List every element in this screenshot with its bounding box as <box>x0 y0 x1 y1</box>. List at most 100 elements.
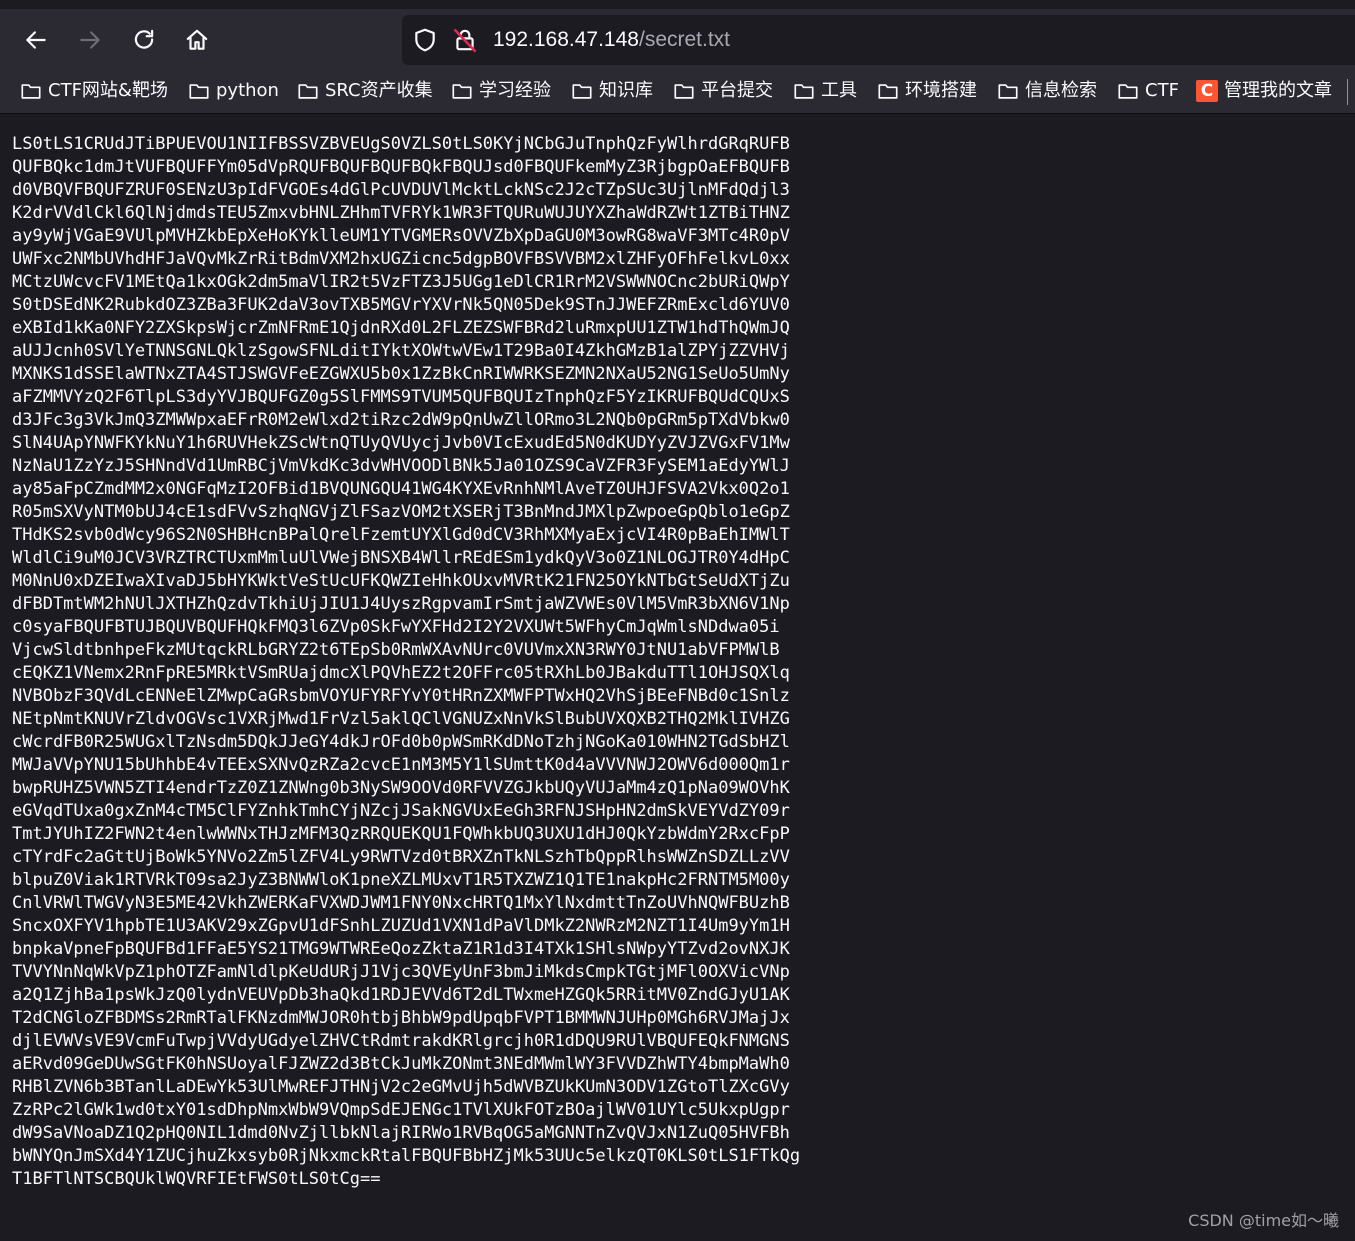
file-line: d0VBQVFBQUFZRUF0SENzU3pIdFVGOEs4dGlPcUVD… <box>12 180 790 200</box>
bookmark-label: 平台提交 <box>701 80 773 101</box>
file-line: aFZMMVYzQ2F6TlpLS3dyYVJBQUFGZ0g5SlFMMS9T… <box>12 387 790 407</box>
file-line: dW9SaVNoaDZ1Q2pHQ0NIL1dmd0NvZjllbkNlajRI… <box>12 1123 790 1143</box>
bookmark-folder-study[interactable]: 学习经验 <box>451 77 551 105</box>
file-line: NEtpNmtKNUVrZldvOGVsc1VXRjMwd1FrVzl5aklQ… <box>12 709 790 729</box>
bookmark-folder-info-search[interactable]: 信息检索 <box>997 77 1097 105</box>
file-line: RHBlZVN6b3BTanlLaDEwYk53UlMwREFJTHNjV2c2… <box>12 1077 790 1097</box>
bookmark-label: CTF网站&靶场 <box>48 80 168 101</box>
folder-icon <box>998 84 1018 99</box>
file-line: WldlCi9uM0JCV3VRZTRCTUxmMmluUlVWejBNSXB4… <box>12 548 790 568</box>
file-line: c0syaFBQUFBTUJBQUVBQUFHQkFMQ3l6ZVp0SkFwY… <box>12 617 780 637</box>
file-line: UWFxc2NMbUVhdHFJaVQvMkZrRitBdmVXM2hxUGZi… <box>12 249 790 269</box>
url-text[interactable]: 192.168.47.148/secret.txt <box>493 25 730 55</box>
file-line: a2Q1ZjhBa1psWkJzQ0lydnVEUVpDb3haQkd1RDJE… <box>12 985 790 1005</box>
insecure-lock-icon[interactable] <box>452 27 478 53</box>
file-line: QUFBQkc1dmJtVUFBQUFFYm05dVpRQUFBQUFBQUFB… <box>12 157 790 177</box>
file-line: R05mSXVyNTM0bUJ4cE1sdFVvSzhqNGVjZlFSazVO… <box>12 502 790 522</box>
folder-icon <box>21 84 41 99</box>
bookmark-folder-env-setup[interactable]: 环境搭建 <box>877 77 977 105</box>
file-line: THdKS2svb0dWcy96S2N0SHBHcnBPalQrelFzemtU… <box>12 525 790 545</box>
bookmark-label: CTF <box>1145 80 1179 101</box>
file-line: MCtzUWcvcFV1MEtQa1kxOGk2dm5maVlIR2t5VzFT… <box>12 272 790 292</box>
file-line: aUJJcnh0SVlYeTNNSGNLQklzSgowSFNLditIYktX… <box>12 341 790 361</box>
file-line: M0NnU0xDZEIwaXIvaDJ5bHYKWktVeStUcUFKQWZI… <box>12 571 790 591</box>
file-line: NzNaU1ZzYzJ5SHNndVd1UmRBCjVmVkdKc3dvWHVO… <box>12 456 790 476</box>
file-line: T1BFTlNTSCBQUklWQVRFIEtFWS0tLS0tCg== <box>12 1169 381 1189</box>
bookmarks-divider <box>1347 79 1348 105</box>
page-content: LS0tLS1CRUdJTiBPUEVOU1NIIFBSSVZBVEUgS0VZ… <box>0 114 1355 1241</box>
url-host: 192.168.47.148 <box>493 28 639 51</box>
file-line: MXNKS1dSSElaWTNxZTA4STJSWGVFeEZGWXU5b0x1… <box>12 364 790 384</box>
forward-button[interactable] <box>72 22 108 58</box>
folder-icon <box>794 84 814 99</box>
home-icon <box>186 29 208 50</box>
bookmark-label: SRC资产收集 <box>325 80 433 101</box>
shield-icon[interactable] <box>412 27 438 53</box>
file-line: djlEVWVsVE9VcmFuTwpjVVdyUGdyelZHVCtRdmtr… <box>12 1031 790 1051</box>
url-path: /secret.txt <box>638 28 731 51</box>
file-line: CnlVRWlTWGVyN3E5ME42VkhZWERKaFVXWDJWM1FN… <box>12 893 790 913</box>
file-line: SlN4UApYNWFKYkNuY1h6RUVHekZScWtnQTUyQVUy… <box>12 433 790 453</box>
file-line: SncxOXFYV1hpbTE1U3AKV29xZGpvU1dFSnhLZUZU… <box>12 916 790 936</box>
folder-icon <box>1118 84 1138 99</box>
file-line: bwpRUHZ5VWN5ZTI4endrTzZ0Z1ZNWng0b3NySW9O… <box>12 778 790 798</box>
file-line: TVVYNnNqWkVpZ1phOTZFamNldlpKeUdURjJ1Vjc3… <box>12 962 790 982</box>
file-line: VjcwSldtbnhpeFkzMUtqckRLbGRYZ2t6TEpSb0Rm… <box>12 640 780 660</box>
bookmark-manage-articles[interactable]: C 管理我的文章 <box>1196 77 1332 105</box>
bookmark-label: 信息检索 <box>1025 80 1097 101</box>
window-top-strip <box>0 0 1355 9</box>
file-line: dFBDTmtWM2hNUlJXTHZhQzdvTkhiUjJIU1J4Uysz… <box>12 594 790 614</box>
bookmark-label: 环境搭建 <box>905 80 977 101</box>
bookmark-folder-knowledge-base[interactable]: 知识库 <box>571 77 653 105</box>
folder-icon <box>452 84 472 99</box>
file-line: blpuZ0Viak1RTVRkT09sa2JyZ3BNWWloK1pneXZL… <box>12 870 790 890</box>
bookmark-folder-python[interactable]: python <box>188 77 279 105</box>
folder-icon <box>298 84 318 99</box>
file-line: LS0tLS1CRUdJTiBPUEVOU1NIIFBSSVZBVEUgS0VZ… <box>12 134 790 154</box>
bookmarks-toolbar: CTF网站&靶场 python SRC资产收集 学习经验 知识库 平台提交 工具… <box>0 71 1355 114</box>
reload-icon <box>134 29 154 49</box>
bookmark-label: 工具 <box>821 80 857 101</box>
bookmark-label: 学习经验 <box>479 80 551 101</box>
file-line: cEQKZ1VNemx2RnFpRE5MRktVSmRUajdmcXlPQVhE… <box>12 663 790 683</box>
csdn-logo-icon: C <box>1196 80 1218 102</box>
folder-icon <box>674 84 694 99</box>
reload-button[interactable] <box>126 22 162 58</box>
file-line: cTYrdFc2aGttUjBoWk5YNVo2Zm5lZFV4Ly9RWTVz… <box>12 847 790 867</box>
bookmark-folder-src-assets[interactable]: SRC资产收集 <box>297 77 433 105</box>
file-line: bnpkaVpneFpBQUFBd1FFaE5YS21TMG9WTWREeQoz… <box>12 939 790 959</box>
bookmark-folder-ctf-sites[interactable]: CTF网站&靶场 <box>20 77 168 105</box>
back-button[interactable] <box>18 22 54 58</box>
file-line: TmtJYUhIZ2FWN2t4enlwWWNxTHJzMFM3QzRRQUEK… <box>12 824 790 844</box>
file-line: cWcrdFB0R25WUGxlTzNsdm5DQkJJeGY4dkJrOFd0… <box>12 732 790 752</box>
csdn-watermark: CSDN @time如～曦 <box>1188 1211 1339 1230</box>
bookmark-folder-platform-submit[interactable]: 平台提交 <box>673 77 773 105</box>
file-line: K2drVVdlCkl6QlNjdmdsTEU5ZmxvbHNLZHhmTVFR… <box>12 203 790 223</box>
back-arrow-icon <box>26 31 46 49</box>
file-line: d3JFc3g3VkJmQ3ZMWWpxaEFrR0M2eWlxd2tiRzc2… <box>12 410 790 430</box>
secret-file-text: LS0tLS1CRUdJTiBPUEVOU1NIIFBSSVZBVEUgS0VZ… <box>12 133 800 1191</box>
bookmark-folder-ctf[interactable]: CTF <box>1117 77 1179 105</box>
forward-arrow-icon <box>80 31 100 49</box>
url-bar[interactable]: 192.168.47.148/secret.txt <box>402 15 1355 65</box>
bookmark-label: python <box>216 80 279 101</box>
file-line: S0tDSEdNK2RubkdOZ3ZBa3FUK2daV3ovTXB5MGVr… <box>12 295 790 315</box>
file-line: eGVqdTUxa0gxZnM4cTM5ClFYZnhkTmhCYjNZcjJS… <box>12 801 790 821</box>
file-line: ay85aFpCZmdMM2x0NGFqMzI2OFBid1BVQUNGQU41… <box>12 479 790 499</box>
browser-toolbar: 192.168.47.148/secret.txt <box>0 9 1355 71</box>
file-line: T2dCNGloZFBDMSs2RmRTalFKNzdmMWJOR0htbjBh… <box>12 1008 790 1028</box>
file-line: bWNYQnJmSXd4Y1ZUCjhuZkxsyb0RjNkxmckRtalF… <box>12 1146 801 1166</box>
bookmark-label: 知识库 <box>599 80 653 101</box>
file-line: MWJaVVpYNU15bUhhbE4vTEExSXNvQzRZa2cvcE1n… <box>12 755 790 775</box>
file-line: ay9yWjVGaE9VUlpMVHZkbEpXeHoKYklleUM1YTVG… <box>12 226 790 246</box>
bookmark-folder-tools[interactable]: 工具 <box>793 77 857 105</box>
folder-icon <box>189 84 209 99</box>
file-line: NVBObzF3QVdLcENNeElZMwpCaGRsbmVOYUFYRFYv… <box>12 686 790 706</box>
file-line: aERvd09GeDUwSGtFK0hNSUoyalFJZWZ2d3BtCkJu… <box>12 1054 790 1074</box>
home-button[interactable] <box>179 22 215 58</box>
file-line: eXBId1kKa0NFY2ZXSkpsWjcrZmNFRmE1QjdnRXd0… <box>12 318 790 338</box>
bookmark-label: 管理我的文章 <box>1224 80 1332 101</box>
folder-icon <box>878 84 898 99</box>
file-line: ZzRPc2lGWk1wd0txY01sdDhpNmxWbW9VQmpSdEJE… <box>12 1100 790 1120</box>
folder-icon <box>572 84 592 99</box>
